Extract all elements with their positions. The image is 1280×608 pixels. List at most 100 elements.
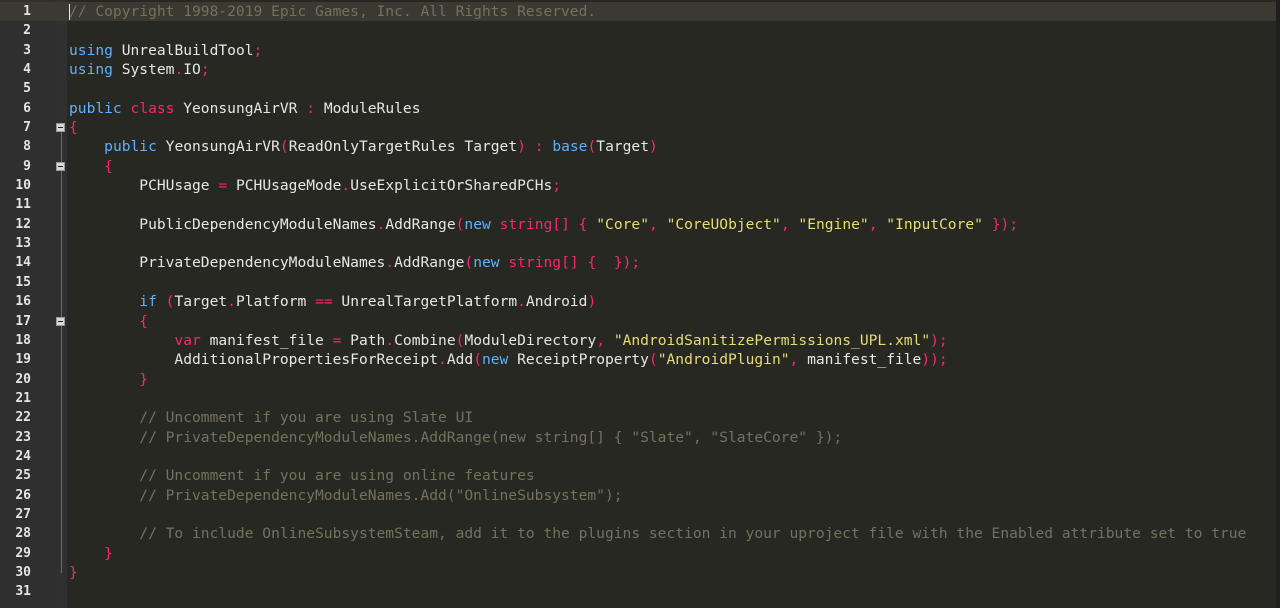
line-number: 23	[15, 429, 31, 445]
code-token-punctuation: .	[227, 293, 236, 311]
code-token-keyword: public	[104, 138, 157, 156]
code-token-string: "Core"	[596, 215, 649, 233]
code-token-keyword: if	[139, 293, 157, 311]
code-token-string: "InputCore"	[886, 215, 983, 233]
line-number: 22	[15, 410, 31, 426]
code-line[interactable]: 13	[0, 234, 1280, 253]
code-line[interactable]: 28 // To include OnlineSubsystemSteam, a…	[0, 524, 1280, 543]
code-token-keyword: new	[473, 254, 500, 272]
code-token-keyword: base	[552, 138, 588, 156]
code-token-punctuation: :	[306, 99, 316, 117]
code-line[interactable]: 1 // Copyright 1998-2019 Epic Games, Inc.…	[0, 2, 1280, 22]
code-line[interactable]: 6 public class YeonsungAirVR : ModuleRule…	[0, 99, 1280, 118]
code-token-plain: YeonsungAirVR	[156, 138, 280, 156]
code-text: // Uncomment if you are using online fea…	[69, 466, 534, 485]
code-token-plain: Android	[525, 293, 588, 311]
code-token-string: "AndroidSanitizePermissions_UPL.xml"	[613, 331, 931, 349]
code-text: using UnrealBuildTool;	[69, 41, 262, 60]
code-token-keyword: new	[464, 215, 491, 233]
code-line[interactable]: 8 public YeonsungAirVR(ReadOnlyTargetRul…	[0, 137, 1280, 156]
code-editor[interactable]: 1 // Copyright 1998-2019 Epic Games, Inc.…	[0, 0, 1280, 608]
code-text: public class YeonsungAirVR : ModuleRules	[69, 99, 420, 118]
code-token-plain: Combine	[394, 331, 456, 349]
code-line[interactable]: 4 using System.IO;	[0, 60, 1280, 79]
line-number: 15	[15, 274, 31, 290]
code-line[interactable]: 15	[0, 273, 1280, 292]
code-token-punctuation: (	[587, 138, 597, 156]
code-line[interactable]: 24	[0, 447, 1280, 466]
code-token-punctuation: });	[613, 254, 641, 272]
code-token-plain: ReceiptProperty	[508, 351, 649, 369]
code-text: if (Target.Platform == UnrealTargetPlatf…	[69, 292, 596, 311]
code-line[interactable]: 29 }	[0, 544, 1280, 563]
code-token-punctuation: )	[517, 138, 526, 156]
code-line[interactable]: 27	[0, 505, 1280, 524]
code-token-punctuation: }	[104, 544, 113, 562]
code-token-keyword: new	[481, 351, 509, 369]
code-line[interactable]: 17 {	[0, 312, 1280, 331]
code-text: using System.IO;	[69, 60, 210, 79]
code-token-punctuation: string[]	[499, 215, 570, 233]
code-token-punctuation: {	[69, 119, 78, 137]
code-line[interactable]: 26 // PrivateDependencyModuleNames.Add("…	[0, 486, 1280, 505]
code-line[interactable]: 16 if (Target.Platform == UnrealTargetPl…	[0, 292, 1280, 311]
code-line[interactable]: 14 PrivateDependencyModuleNames.AddRange…	[0, 253, 1280, 272]
line-number: 12	[15, 216, 31, 232]
code-token-plain: manifest_file	[200, 331, 333, 349]
code-line[interactable]: 25 // Uncomment if you are using online …	[0, 466, 1280, 485]
code-text: public YeonsungAirVR(ReadOnlyTargetRules…	[69, 137, 658, 156]
code-text: {	[69, 157, 113, 176]
fold-collapse-icon[interactable]	[56, 161, 65, 171]
code-line[interactable]: 18 var manifest_file = Path.Combine(Modu…	[0, 331, 1280, 350]
code-line[interactable]: 23 // PrivateDependencyModuleNames.AddRa…	[0, 428, 1280, 447]
code-text: PublicDependencyModuleNames.AddRange(new…	[69, 215, 1018, 234]
line-number: 17	[15, 313, 31, 329]
code-token-plain: PublicDependencyModuleNames	[69, 215, 377, 233]
code-token-plain: Target	[174, 293, 228, 311]
code-token-punctuation: string[]	[508, 254, 579, 272]
code-token-punctuation: :	[534, 138, 544, 156]
code-line[interactable]: 3 using UnrealBuildTool;	[0, 41, 1280, 60]
line-number: 13	[15, 236, 31, 252]
code-line[interactable]: 10 PCHUsage = PCHUsageMode.UseExplicitOr…	[0, 176, 1280, 195]
line-number: 10	[15, 178, 31, 194]
code-token-punctuation: .	[341, 177, 351, 195]
code-line[interactable]: 11	[0, 195, 1280, 214]
code-token-keyword: using	[69, 61, 113, 79]
fold-collapse-icon[interactable]	[56, 123, 65, 133]
code-line[interactable]: 19 AdditionalPropertiesForReceipt.Add(ne…	[0, 350, 1280, 369]
code-line[interactable]: 5	[0, 79, 1280, 98]
line-number: 16	[15, 294, 31, 310]
code-line[interactable]: 21	[0, 389, 1280, 408]
fold-collapse-icon[interactable]	[56, 316, 65, 326]
code-line[interactable]: 31	[0, 582, 1280, 601]
code-token-plain: System	[112, 61, 175, 79]
code-token-punctuation: );	[930, 331, 948, 349]
code-text: {	[69, 312, 148, 331]
code-line[interactable]: 20 }	[0, 370, 1280, 389]
code-text: AdditionalPropertiesForReceipt.Add(new R…	[69, 350, 947, 369]
code-token-string: "AndroidPlugin"	[657, 351, 790, 369]
code-line[interactable]: 12 PublicDependencyModuleNames.AddRange(…	[0, 215, 1280, 234]
code-line[interactable]: 22 // Uncomment if you are using Slate U…	[0, 408, 1280, 427]
code-line[interactable]: 2	[0, 21, 1280, 40]
code-token-punctuation: ;	[552, 177, 562, 195]
code-token-punctuation: var	[174, 331, 201, 349]
code-token-punctuation: (	[648, 351, 658, 369]
line-number: 26	[15, 487, 31, 503]
code-text: // PrivateDependencyModuleNames.Add("Onl…	[69, 486, 622, 505]
code-token-punctuation: ==	[315, 293, 333, 311]
editor-right-edge	[1276, 0, 1280, 608]
code-token-comment: // Uncomment if you are using Slate UI	[69, 409, 474, 427]
code-token-plain: UnrealTargetPlatform	[332, 293, 518, 311]
code-line[interactable]: 9 {	[0, 157, 1280, 176]
code-line[interactable]: 7{	[0, 118, 1280, 137]
code-token-plain: AdditionalPropertiesForReceipt	[69, 351, 439, 369]
code-line[interactable]: 30}	[0, 563, 1280, 582]
code-text: // PrivateDependencyModuleNames.AddRange…	[69, 428, 842, 447]
code-lines[interactable]: 1 // Copyright 1998-2019 Epic Games, Inc.…	[0, 2, 1280, 602]
